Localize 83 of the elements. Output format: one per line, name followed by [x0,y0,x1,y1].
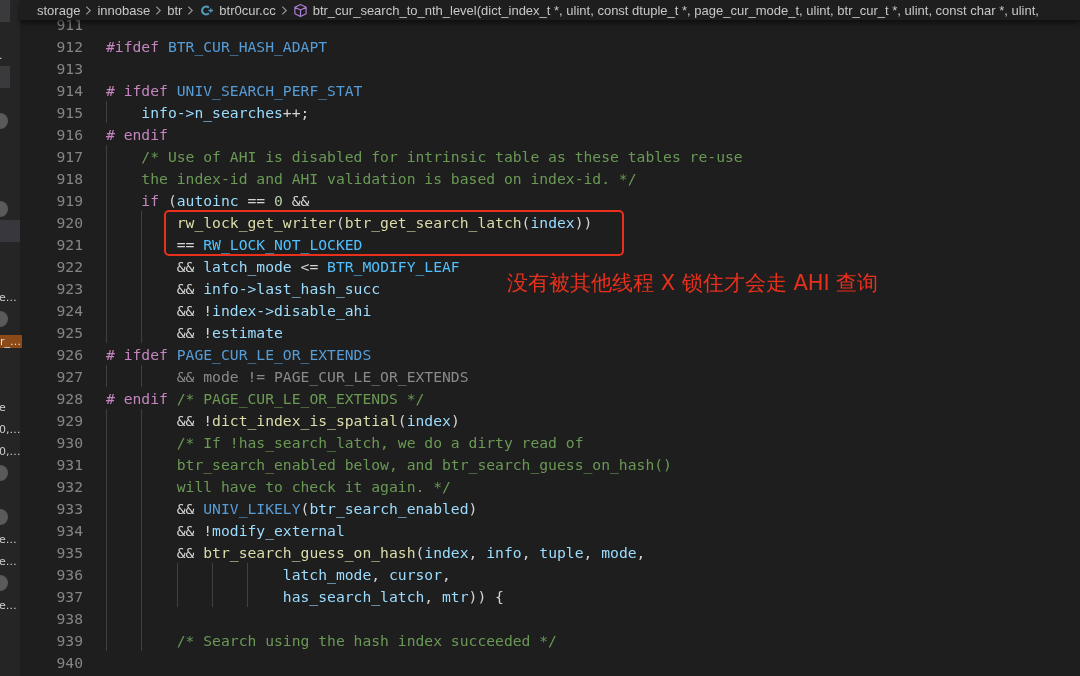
code-line: /* Search using the hash index succeeded */ [176,631,557,649]
line-number: 932 [55,477,84,495]
line-number: 928 [55,389,84,407]
code-line: #ifdef BTR_CUR_HASH_ADAPT [106,37,328,55]
badge-icon [0,201,8,217]
sidebar-item[interactable]: e… [0,532,17,546]
line-number: 940 [55,653,84,671]
code-line: /* Use of AHI is disabled for intrinsic table as these tables re-use [141,147,743,165]
chevron-icon [85,4,93,16]
sidebar-item[interactable]: e [0,400,6,414]
badge-icon [0,575,8,591]
badge-icon [0,113,8,129]
sidebar-item[interactable]: 0,… [0,444,21,458]
code-line: && !dict_index_is_spatial(index) [176,411,460,429]
line-number: 938 [55,609,84,627]
code-line: && !modify_external [176,521,345,539]
code-line: == RW_LOCK_NOT_LOCKED [176,235,363,253]
breadcrumb-item[interactable]: btr0cur.cc [219,2,276,18]
sidebar-item[interactable]: e… [0,290,17,304]
sidebar-item[interactable]: e… [0,554,17,568]
code-line: the index-id and AHI validation is based on index-id. */ [141,169,637,187]
line-number: 937 [55,587,84,605]
code-line: will have to check it again. */ [176,477,451,495]
code-line: && !index->disable_ahi [176,301,372,319]
sidebar-item[interactable] [0,220,20,242]
line-number: 931 [55,455,84,473]
sidebar-item[interactable]: 0,… [0,422,21,436]
breadcrumb-item[interactable]: innobase [97,2,151,18]
code-line: if (autoinc == 0 && [141,191,310,209]
line-number: 912 [55,37,84,55]
line-number: 930 [55,433,84,451]
code-line: && btr_search_guess_on_hash(index, info, tuple, mode, [176,543,646,561]
sidebar-item[interactable]: e… [0,598,17,612]
breadcrumb-item[interactable]: btr [167,2,183,18]
badge-icon [0,311,8,327]
line-number: 913 [55,59,84,77]
code-line: # endif [106,125,168,143]
annotation-text: 没有被其他线程 X 锁住才会走 AHI 查询 [507,270,879,297]
line-number: 929 [55,411,84,429]
cube-icon [292,2,308,18]
line-number: 924 [55,301,84,319]
cpp-file-icon [199,2,215,18]
badge-icon [0,465,8,481]
line-number: 915 [55,103,84,121]
code-line: /* If !has_search_latch, we do a dirty read of [176,433,584,451]
sidebar-item[interactable]: . [0,48,3,62]
chevron-icon [280,4,288,16]
line-number: 919 [55,191,84,209]
breadcrumb-item[interactable]: storage [37,2,81,18]
sidebar-item[interactable]: r_… [0,334,23,348]
chevron-icon [155,4,163,16]
code-line: && latch_mode <= BTR_MODIFY_LEAF [176,257,460,275]
code-line: # endif /* PAGE_CUR_LE_OR_EXTENDS */ [106,389,425,407]
line-number: 914 [55,81,84,99]
line-number: 933 [55,499,84,517]
line-number: 917 [55,147,84,165]
line-number: 925 [55,323,84,341]
line-number: 927 [55,367,84,385]
code-line: has_search_latch, mtr)) { [282,587,504,605]
line-number: 920 [55,213,84,231]
line-number: 918 [55,169,84,187]
line-number: 916 [55,125,84,143]
line-number: 934 [55,521,84,539]
code-line: && mode != PAGE_CUR_LE_OR_EXTENDS [176,367,469,385]
code-line: && info->last_hash_succ [176,279,381,297]
line-number: 926 [55,345,84,363]
code-line: # ifdef UNIV_SEARCH_PERF_STAT [106,81,363,99]
line-number: 921 [55,235,84,253]
code-line: && !estimate [176,323,283,341]
code-line: btr_search_enabled below, and btr_search_guess_on_hash() [176,455,672,473]
line-number: 922 [55,257,84,275]
line-number: 935 [55,543,84,561]
code-line: info->n_searches++; [141,103,310,121]
line-number: 923 [55,279,84,297]
badge-icon [0,509,8,525]
breadcrumb-item[interactable]: btr_cur_search_to_nth_level(dict_index_t *, ulint, const dtuple_t *, page_cur_mode_t, ulint, btr_cur_t *, ulint, const char *, ulint, [312,2,1039,18]
code-line: latch_mode, cursor, [282,565,451,583]
code-line: && UNIV_LIKELY(btr_search_enabled) [176,499,478,517]
code-line: rw_lock_get_writer(btr_get_search_latch(index)) [176,213,593,231]
code-line: # ifdef PAGE_CUR_LE_OR_EXTENDS [106,345,372,363]
chevron-icon [187,4,195,16]
line-number: 936 [55,565,84,583]
line-number: 939 [55,631,84,649]
